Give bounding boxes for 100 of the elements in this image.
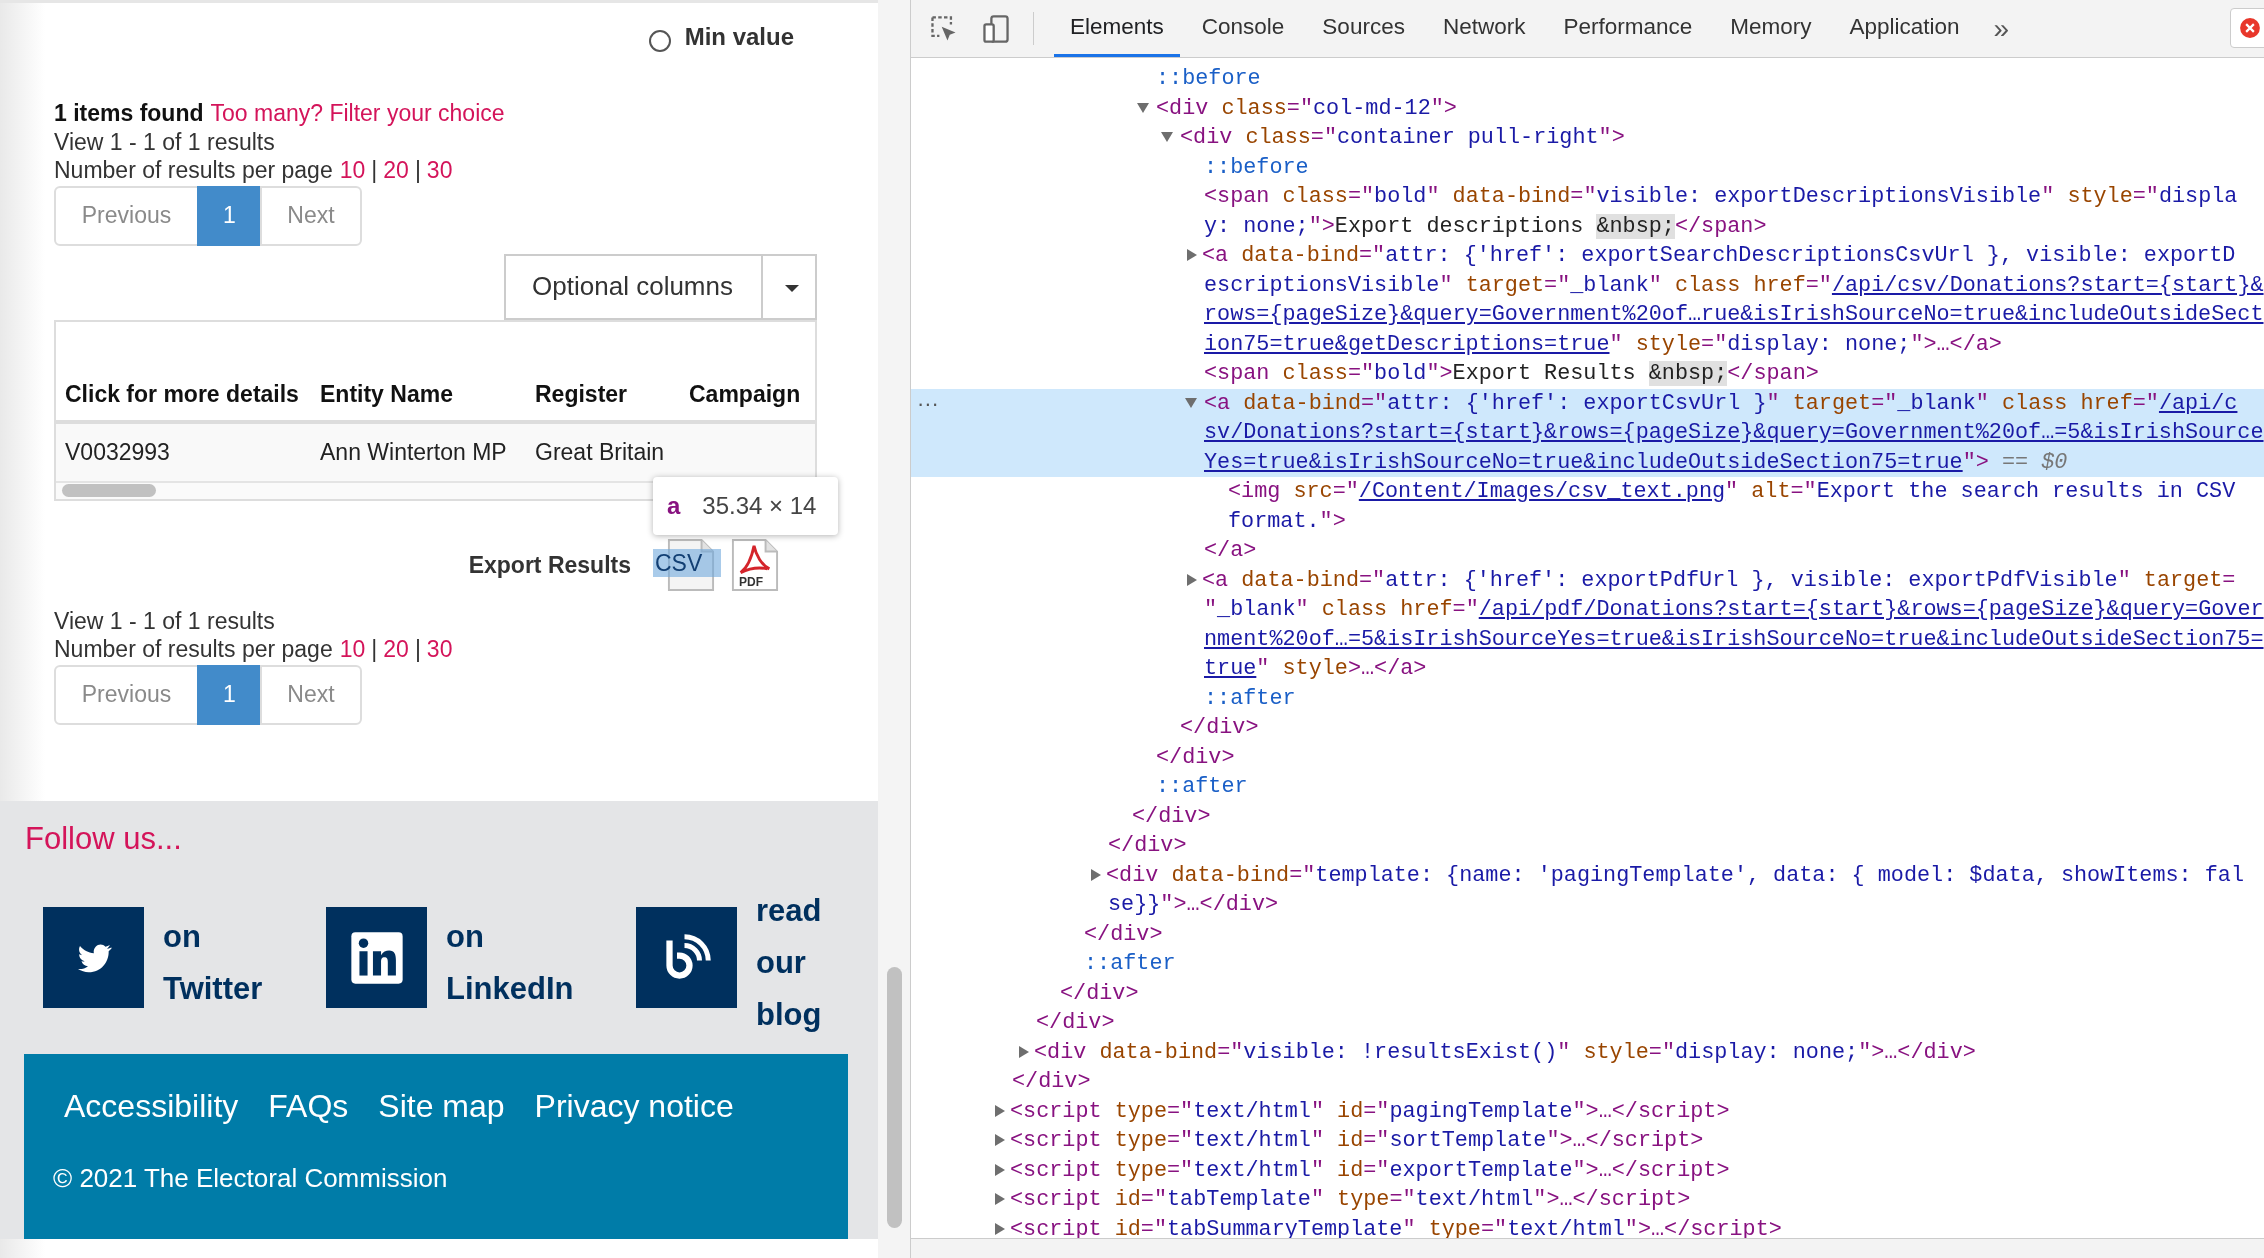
- expand-arrow-icon[interactable]: [995, 1104, 1005, 1117]
- tree-row[interactable]: <span class="bold" data-bind="visible: exportDescriptionsVisible" style="displa: [911, 182, 2264, 212]
- caret-icon: [785, 285, 799, 292]
- column-header[interactable]: Register: [535, 380, 689, 408]
- code-line: ::before: [1204, 154, 1309, 180]
- tree-row[interactable]: <span class="bold">Export Results &nbsp;</span>: [911, 359, 2264, 389]
- tree-row[interactable]: <script type="text/html" id="pagingTemplate">…</script>: [911, 1096, 2264, 1126]
- code-line: </div>: [1084, 921, 1163, 947]
- devtools-tab[interactable]: Network: [1426, 0, 1542, 57]
- devtools-tab[interactable]: Sources: [1306, 0, 1421, 57]
- tree-row[interactable]: <a data-bind="attr: {'href': exportPdfUrl }, visible: exportPdfVisible" target=: [911, 565, 2264, 595]
- code-line: true" style>…</a>: [1204, 656, 1427, 681]
- code-line: </div>: [1060, 980, 1139, 1006]
- tree-row[interactable]: ::after: [911, 949, 2264, 979]
- expand-arrow-icon[interactable]: [1019, 1045, 1029, 1058]
- expand-arrow-icon[interactable]: [995, 1193, 1005, 1206]
- tree-row[interactable]: <script type="text/html" id="sortTemplate">…</script>: [911, 1126, 2264, 1156]
- expand-arrow-icon[interactable]: [1091, 868, 1101, 881]
- expand-arrow-icon[interactable]: [995, 1134, 1005, 1147]
- bird-icon[interactable]: [43, 907, 144, 1008]
- footer-link[interactable]: FAQs: [268, 1088, 349, 1125]
- tree-row[interactable]: <a data-bind="attr: {'href': exportSearchDescriptionsCsvUrl }, visible: exportD: [911, 241, 2264, 271]
- page-button[interactable]: 1: [197, 664, 262, 725]
- tree-row[interactable]: ::before: [911, 64, 2264, 94]
- devtools-tab[interactable]: Memory: [1714, 0, 1828, 57]
- linkedin-icon[interactable]: [326, 907, 427, 1008]
- page-button[interactable]: 1: [197, 185, 262, 246]
- tree-row[interactable]: <script id="tabTemplate" type="text/html">…</script>: [911, 1185, 2264, 1215]
- tree-row[interactable]: <div data-bind="visible: !resultsExist()" style="display: none;">…</div>: [911, 1037, 2264, 1067]
- tree-row[interactable]: Yes=true&isIrishSourceNo=true&includeOutsideSection75=true"> == $0: [911, 447, 2264, 477]
- table-cell-text: Ann Winterton MP: [320, 438, 508, 466]
- tree-row[interactable]: <div data-bind="template: {name: 'pagingTemplate', data: { model: $data, showItems: fal: [911, 860, 2264, 890]
- optional-columns-dropdown[interactable]: Optional columns: [504, 253, 817, 320]
- table-cell-text: Great Britain: [535, 438, 666, 466]
- code-line: <div data-bind="visible: !resultsExist()" style="display: none;">…</div>: [1034, 1039, 1976, 1065]
- footer-link[interactable]: Site map: [378, 1088, 505, 1125]
- tree-row[interactable]: nment%20of…=5&isIrishSourceYes=true&isIrishSourceNo=true&includeOutsideSection75=: [911, 624, 2264, 654]
- tree-row[interactable]: ::before: [911, 152, 2264, 182]
- expand-arrow-icon[interactable]: [995, 1163, 1005, 1176]
- more-tabs-button[interactable]: »: [1985, 0, 2018, 57]
- tree-row[interactable]: ::after: [911, 772, 2264, 802]
- collapse-arrow-icon[interactable]: [1137, 102, 1149, 113]
- column-header[interactable]: Campaign: [689, 380, 809, 408]
- devtools-tab[interactable]: Performance: [1547, 0, 1709, 57]
- tree-row[interactable]: y: none;">Export descriptions &nbsp;</span>: [911, 211, 2264, 241]
- per-page-link[interactable]: 20: [383, 157, 409, 183]
- tree-row[interactable]: se}}">…</div>: [911, 890, 2264, 920]
- radio-button[interactable]: [648, 30, 671, 52]
- devtools-tab[interactable]: Console: [1185, 0, 1301, 57]
- results-summary: View 1 - 1 of 1 results: [54, 607, 275, 634]
- tree-row[interactable]: sv/Donations?start={start}&rows={pageSize}&query=Government%20of…=5&isIrishSource: [911, 418, 2264, 448]
- social-link[interactable]: on LinkedIn: [446, 911, 596, 1015]
- collapse-arrow-icon[interactable]: [1161, 132, 1173, 143]
- tree-row[interactable]: true" style>…</a>: [911, 654, 2264, 684]
- social-link[interactable]: read our blog: [756, 885, 822, 1041]
- footer-link[interactable]: Privacy notice: [534, 1088, 734, 1125]
- per-page-link[interactable]: 10: [339, 636, 366, 662]
- separator-text: |: [371, 636, 378, 662]
- blog-icon[interactable]: [636, 907, 737, 1008]
- tree-row[interactable]: <script type="text/html" id="exportTemplate">…</script>: [911, 1155, 2264, 1185]
- devtools-tab[interactable]: Application: [1833, 0, 1976, 57]
- code-line: <img src="/Content/Images/csv_text.png" alt="Export the search results in CSV: [1228, 479, 2236, 504]
- code-line: nment%20of…=5&isIrishSourceYes=true&isIrishSourceNo=true&includeOutsideSection75=: [1204, 626, 2264, 652]
- devtools-tab[interactable]: Elements: [1054, 0, 1180, 57]
- tree-row[interactable]: <div class="col-md-12">: [911, 93, 2264, 123]
- code-line: <a data-bind="attr: {'href': exportCsvUrl }" target="_blank" class href="/api/c: [1204, 390, 2238, 416]
- tree-row[interactable]: escriptionsVisible" target="_blank" class href="/api/csv/Donations?start={start}&: [911, 270, 2264, 300]
- footer-link[interactable]: Accessibility: [64, 1088, 239, 1125]
- code-line: <script type="text/html" id="pagingTemplate">…</script>: [1010, 1098, 1730, 1124]
- error-icon[interactable]: [2239, 17, 2261, 39]
- expand-arrow-icon[interactable]: [1187, 573, 1197, 586]
- collapse-arrow-icon[interactable]: [1185, 397, 1197, 408]
- pdf-file-icon[interactable]: PDF: [731, 537, 781, 593]
- expand-arrow-icon[interactable]: [1187, 249, 1197, 262]
- code-line: ::after: [1084, 951, 1176, 976]
- details-link[interactable]: V0032993: [56, 438, 320, 466]
- tree-row[interactable]: "_blank" class href="/api/pdf/Donations?start={start}&rows={pageSize}&query=Gover: [911, 595, 2264, 625]
- tree-row[interactable]: format.">: [911, 506, 2264, 536]
- more-options-text[interactable]: ···: [917, 388, 939, 418]
- tree-row[interactable]: <div class="container pull-right">: [911, 123, 2264, 153]
- column-header[interactable]: Click for more details: [56, 380, 320, 408]
- column-header[interactable]: Entity Name: [320, 380, 535, 408]
- tree-row[interactable]: ··· <a data-bind="attr: {'href': exportCsvUrl }" target="_blank" class href="/api/c: [911, 388, 2264, 418]
- scrollbar-thumb[interactable]: [886, 967, 902, 1228]
- tree-row[interactable]: ::after: [911, 683, 2264, 713]
- code-line: se}}">…</div>: [1108, 892, 1279, 917]
- filter-link[interactable]: Too many? Filter your choice: [210, 100, 505, 126]
- scrollbar-thumb[interactable]: [62, 484, 156, 497]
- code-line: <script type="text/html" id="sortTemplate">…</script>: [1010, 1128, 1704, 1153]
- per-page-link[interactable]: 30: [426, 636, 453, 662]
- device-toolbar-icon[interactable]: [981, 13, 1011, 44]
- social-link[interactable]: on Twitter: [163, 911, 288, 1015]
- tree-row[interactable]: rows={pageSize}&query=Government%20of…rue&isIrishSourceNo=true&includeOutsideSect: [911, 300, 2264, 330]
- per-page-link[interactable]: 20: [383, 636, 409, 662]
- per-page-link[interactable]: 10: [339, 157, 366, 183]
- tree-row[interactable]: ion75=true&getDescriptions=true" style="display: none;">…</a>: [911, 329, 2264, 359]
- code-line: </div>: [1156, 744, 1235, 770]
- tree-row[interactable]: <img src="/Content/Images/csv_text.png" alt="Export the search results in CSV: [911, 477, 2264, 507]
- code-line: format.">: [1228, 508, 1346, 534]
- per-page-link[interactable]: 30: [426, 157, 453, 183]
